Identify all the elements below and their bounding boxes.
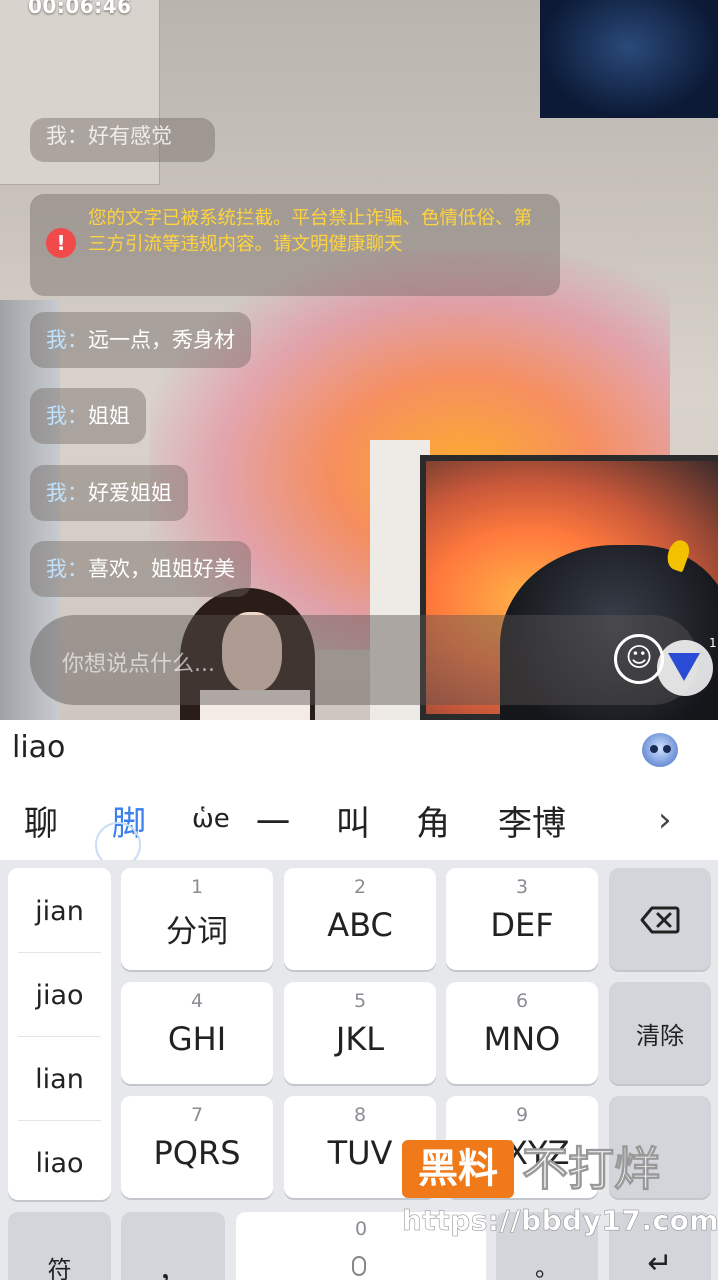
key-number: 6 bbox=[515, 990, 529, 1012]
key-6[interactable]: 6 MNO bbox=[446, 982, 598, 1084]
chat-message: 我：好爱姐姐 bbox=[30, 465, 188, 521]
key-number: 4 bbox=[190, 990, 204, 1012]
key-number: 8 bbox=[353, 1104, 367, 1126]
key-number: 1 bbox=[190, 876, 204, 898]
clear-key[interactable]: 清除 bbox=[609, 982, 711, 1084]
candidate[interactable]: 一 bbox=[256, 796, 290, 845]
picture-in-picture[interactable] bbox=[540, 0, 718, 118]
message-text: 姐姐 bbox=[88, 404, 130, 428]
key-4[interactable]: 4 GHI bbox=[121, 982, 273, 1084]
sender-label: 我： bbox=[46, 404, 88, 428]
candidate[interactable]: 聊 bbox=[24, 796, 58, 845]
chat-message-cut: 我：好有感觉 bbox=[30, 118, 215, 162]
key-label: 。 bbox=[535, 1254, 559, 1280]
chat-message: 我：喜欢，姐姐好美 bbox=[30, 541, 251, 597]
ime-composer: liao bbox=[0, 720, 718, 780]
key-number: 3 bbox=[515, 876, 529, 898]
message-text: 远一点，秀身材 bbox=[88, 328, 235, 352]
v-shape bbox=[668, 653, 700, 681]
divider bbox=[18, 1120, 101, 1121]
enter-icon: ↵ bbox=[647, 1246, 673, 1280]
symbol-key[interactable]: 符 bbox=[8, 1212, 111, 1280]
pinyin-option[interactable]: jian bbox=[8, 896, 111, 927]
microphone-icon bbox=[352, 1256, 366, 1276]
candidate[interactable]: ὡe bbox=[192, 804, 230, 834]
chat-input-placeholder: 你想说点什么... bbox=[62, 652, 215, 677]
watermark-logo: 黑料 bbox=[402, 1140, 514, 1198]
key-label: 清除 bbox=[636, 1022, 684, 1050]
chevron-right-icon[interactable]: › bbox=[658, 800, 672, 840]
badge-count: 1 bbox=[709, 636, 717, 650]
ime-assistant-icon[interactable] bbox=[642, 733, 678, 767]
key-label: ， bbox=[158, 1254, 188, 1280]
key-label: 分词 bbox=[166, 914, 228, 950]
key-3[interactable]: 3 DEF bbox=[446, 868, 598, 970]
warning-icon: ! bbox=[46, 228, 76, 258]
candidate[interactable]: 叫 bbox=[336, 796, 370, 845]
key-1[interactable]: 1 分词 bbox=[121, 868, 273, 970]
chat-message: 我：姐姐 bbox=[30, 388, 146, 444]
chat-input[interactable]: 你想说点什么... bbox=[30, 615, 698, 705]
sender-label: 我： bbox=[46, 328, 88, 352]
sender-label: 我： bbox=[46, 557, 88, 581]
backspace-key[interactable] bbox=[609, 868, 711, 970]
key-7[interactable]: 7 PQRS bbox=[121, 1096, 273, 1198]
key-number: 9 bbox=[515, 1104, 529, 1126]
key-label: ABC bbox=[327, 906, 393, 944]
v-logo-icon[interactable]: 1 bbox=[657, 636, 717, 696]
key-label: DEF bbox=[490, 906, 554, 944]
pinyin-option[interactable]: lian bbox=[8, 1064, 111, 1095]
key-label: MNO bbox=[483, 1020, 561, 1058]
sender-label: 我： bbox=[46, 481, 88, 505]
comma-key[interactable]: ， bbox=[121, 1212, 225, 1280]
pinyin-option[interactable]: liao bbox=[8, 1148, 111, 1179]
system-notice: ! 您的文字已被系统拦截。平台禁止诈骗、色情低俗、第三方引流等违规内容。请文明健… bbox=[30, 194, 560, 296]
chat-message: 我：远一点，秀身材 bbox=[30, 312, 251, 368]
key-number: 7 bbox=[190, 1104, 204, 1126]
backspace-icon bbox=[640, 906, 680, 934]
watermark-url: https://bbdy17.com bbox=[402, 1204, 718, 1238]
status-time: 00:06:46 bbox=[28, 0, 132, 18]
ime-composing-text: liao bbox=[12, 730, 66, 765]
pinyin-list[interactable]: jian jiao lian liao bbox=[8, 868, 111, 1200]
pinyin-option[interactable]: jiao bbox=[8, 980, 111, 1011]
divider bbox=[18, 1036, 101, 1037]
message-text: 喜欢，姐姐好美 bbox=[88, 557, 235, 581]
emoji-icon[interactable]: ☺ bbox=[614, 634, 664, 684]
candidate[interactable]: 李博 bbox=[498, 796, 566, 845]
notice-text: 您的文字已被系统拦截。平台禁止诈骗、色情低俗、第三方引流等违规内容。请文明健康聊… bbox=[88, 208, 533, 255]
message-text: 好爱姐姐 bbox=[88, 481, 172, 505]
key-label: PQRS bbox=[153, 1134, 241, 1172]
key-number: 5 bbox=[353, 990, 367, 1012]
divider bbox=[18, 952, 101, 953]
key-5[interactable]: 5 JKL bbox=[284, 982, 436, 1084]
candidate[interactable]: 角 bbox=[416, 796, 450, 845]
key-label: GHI bbox=[167, 1020, 227, 1058]
watermark-text: 不打烊 bbox=[522, 1142, 661, 1197]
key-2[interactable]: 2 ABC bbox=[284, 868, 436, 970]
key-label: 符 bbox=[47, 1256, 72, 1280]
key-label: JKL bbox=[335, 1020, 385, 1058]
key-number: 2 bbox=[353, 876, 367, 898]
